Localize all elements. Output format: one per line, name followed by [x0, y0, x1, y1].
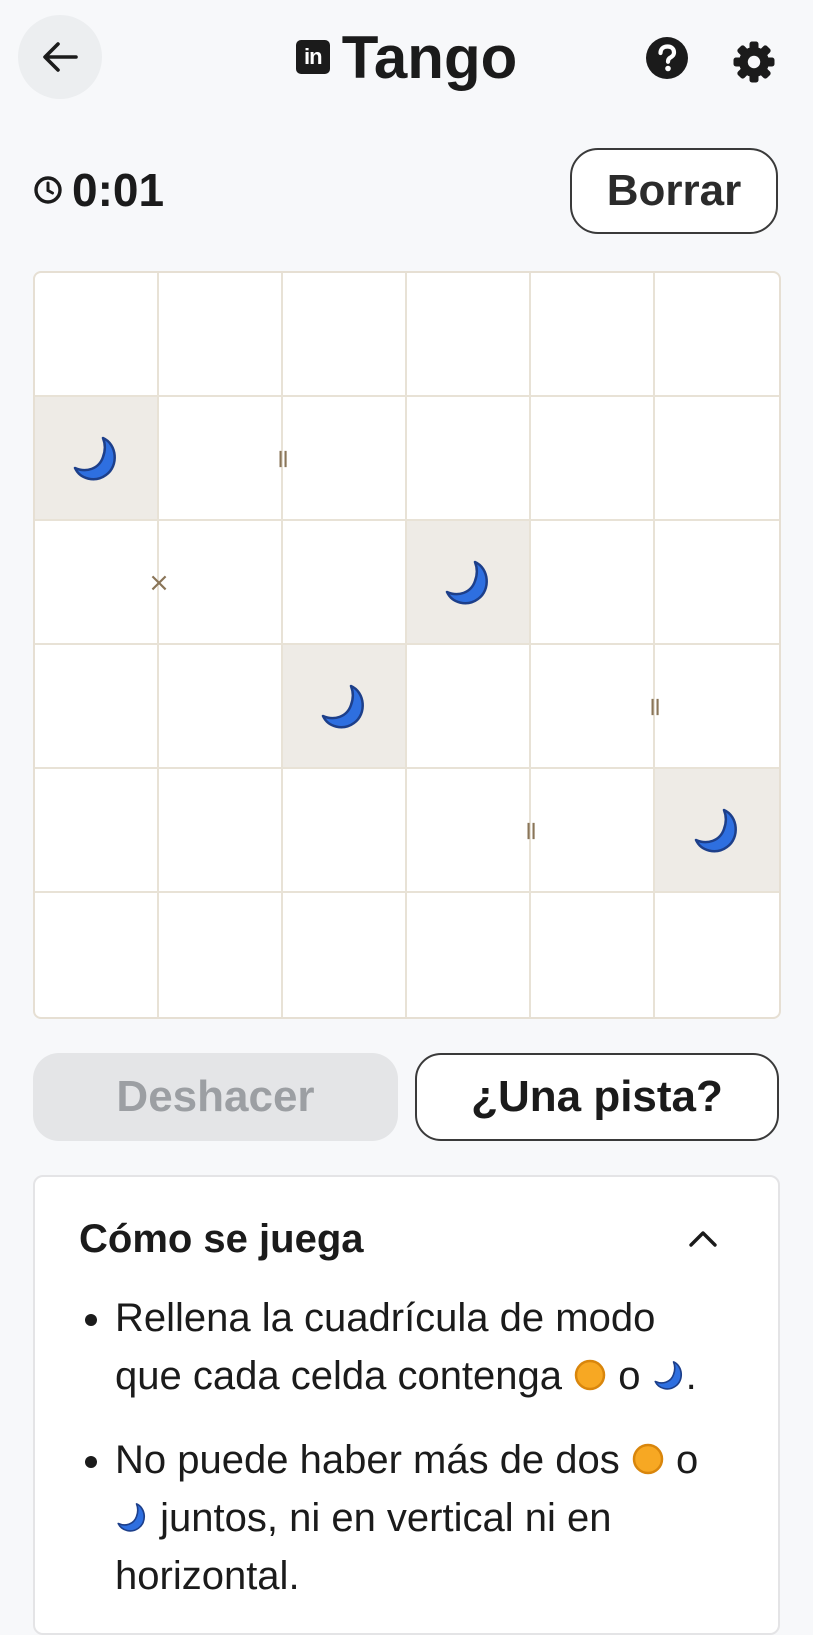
board-cell[interactable] [159, 769, 283, 893]
board-cell[interactable] [159, 645, 283, 769]
board-cell[interactable] [283, 769, 407, 893]
board-cell[interactable] [35, 273, 159, 397]
title-group: in Tango [0, 22, 813, 92]
chevron-up-icon[interactable] [683, 1219, 723, 1259]
board-cell[interactable] [655, 273, 779, 397]
board-cell[interactable] [283, 521, 407, 645]
board-cell[interactable] [283, 645, 407, 769]
board-cell[interactable] [407, 645, 531, 769]
board-cell[interactable] [35, 397, 159, 521]
board-cell[interactable] [407, 769, 531, 893]
page-title: Tango [341, 23, 518, 91]
hint-button[interactable]: ¿Una pista? [415, 1053, 779, 1141]
board-cell[interactable] [159, 521, 283, 645]
clock-icon [34, 176, 62, 204]
board-cell[interactable] [407, 273, 531, 397]
equal-constraint-icon: = [516, 820, 546, 842]
moon-icon [117, 1503, 145, 1532]
sun-icon [632, 1443, 664, 1475]
equal-constraint-icon: = [640, 696, 670, 718]
board-cell[interactable] [35, 893, 159, 1017]
sun-icon [574, 1359, 606, 1391]
rules-list: Rellena la cuadrícula de modo que cada c… [79, 1289, 729, 1631]
undo-button[interactable]: Deshacer [33, 1053, 398, 1141]
how-to-play-title[interactable]: Cómo se juega [79, 1217, 364, 1262]
board-cell[interactable] [655, 521, 779, 645]
board-cell[interactable] [283, 397, 407, 521]
board-cell[interactable] [283, 273, 407, 397]
equal-constraint-icon: = [268, 448, 298, 470]
board-cell[interactable] [283, 893, 407, 1017]
gear-icon[interactable] [732, 40, 776, 84]
timer: 0:01 [32, 160, 164, 220]
linkedin-logo-icon: in [295, 40, 330, 74]
board-cell[interactable] [531, 645, 655, 769]
board-cell[interactable] [159, 273, 283, 397]
board-cell[interactable] [407, 521, 531, 645]
board-cell[interactable] [655, 645, 779, 769]
game-board: = × = = [33, 271, 781, 1019]
clear-button[interactable]: Borrar [570, 148, 778, 234]
moon-icon [321, 684, 364, 729]
board-cell[interactable] [655, 769, 779, 893]
board-cell[interactable] [35, 769, 159, 893]
rule-item: Rellena la cuadrícula de modo que cada c… [79, 1289, 729, 1405]
board-cell[interactable] [531, 273, 655, 397]
board-cell[interactable] [655, 397, 779, 521]
timer-value: 0:01 [72, 164, 165, 216]
board-cell[interactable] [531, 521, 655, 645]
question-circle-icon[interactable] [645, 36, 689, 80]
moon-icon [654, 1361, 682, 1390]
rule-item: No puede haber más de dos o juntos, ni e… [79, 1431, 729, 1605]
moon-icon [73, 436, 116, 481]
board-cell[interactable] [531, 893, 655, 1017]
board-cell[interactable] [159, 893, 283, 1017]
board-cell[interactable] [35, 645, 159, 769]
board-cell[interactable] [407, 397, 531, 521]
board-cell[interactable] [407, 893, 531, 1017]
board-cell[interactable] [159, 397, 283, 521]
header: in Tango [0, 0, 813, 120]
board-cell[interactable] [531, 769, 655, 893]
opposite-constraint-icon: × [148, 568, 170, 598]
moon-icon [445, 560, 488, 605]
board-cell[interactable] [531, 397, 655, 521]
board-cell[interactable] [655, 893, 779, 1017]
board-cell[interactable] [35, 521, 159, 645]
moon-icon [694, 808, 737, 853]
how-to-play-panel: Cómo se juega Rellena la cuadrícula de m… [33, 1175, 780, 1635]
